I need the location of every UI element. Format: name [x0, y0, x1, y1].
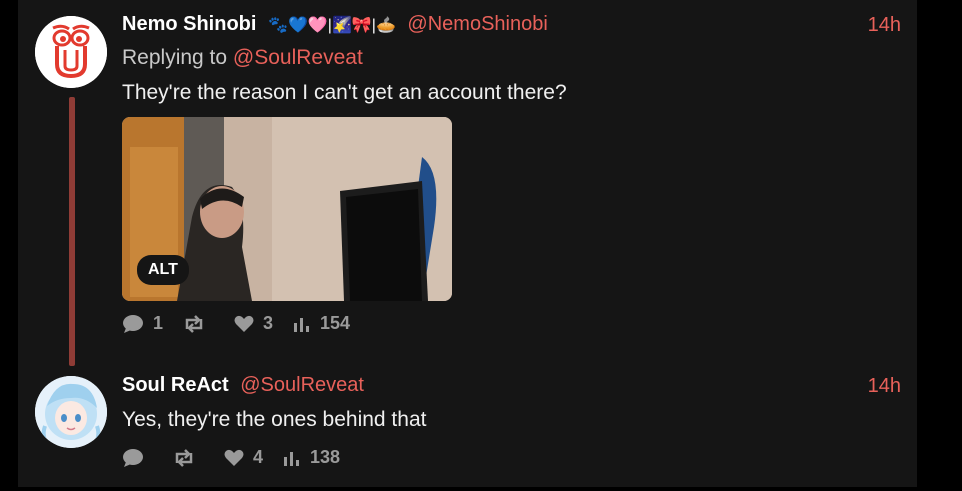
thread-connector-line — [69, 97, 75, 366]
heart-icon — [234, 315, 254, 332]
repost-icon — [185, 314, 203, 333]
post-timestamp[interactable]: 14h — [868, 375, 901, 398]
post-header: Nemo Shinobi 🐾💙🩷|🌠🎀|🥧 @NemoShinobi — [122, 13, 548, 36]
reply-count: 1 — [153, 313, 164, 333]
anime-character-icon — [35, 376, 107, 448]
alt-text-badge[interactable]: ALT — [137, 255, 189, 285]
post-media-video[interactable]: ALT — [122, 117, 452, 301]
post-timestamp[interactable]: 14h — [868, 14, 901, 37]
bar-chart-icon — [284, 451, 300, 466]
like-button[interactable]: 3 — [234, 313, 273, 334]
post-text: They're the reason I can't get an accoun… — [122, 81, 567, 104]
post-actions: 1 3 154 — [122, 313, 370, 334]
display-name[interactable]: Nemo Shinobi — [122, 13, 256, 35]
comment-icon — [123, 448, 143, 467]
reply-button[interactable]: 1 — [122, 313, 163, 334]
repost-icon — [175, 448, 193, 467]
post-text: Yes, they're the ones behind that — [122, 408, 427, 431]
name-emojis: 🐾💙🩷|🌠🎀|🥧 — [268, 17, 396, 34]
repost-button[interactable] — [183, 314, 214, 333]
like-button[interactable]: 4 — [224, 447, 263, 468]
replying-to: Replying to @SoulReveat — [122, 46, 363, 70]
views-button[interactable]: 138 — [283, 447, 340, 468]
comment-icon — [123, 314, 143, 333]
bar-chart-icon — [294, 317, 310, 332]
replying-handle[interactable]: @SoulReveat — [233, 46, 363, 69]
avatar-soul-react[interactable] — [35, 376, 107, 448]
replying-prefix: Replying to — [122, 46, 228, 69]
view-count: 138 — [310, 447, 341, 467]
like-count: 3 — [263, 313, 274, 333]
display-name[interactable]: Soul ReAct — [122, 374, 229, 396]
post-header: Soul ReAct @SoulReveat — [122, 374, 364, 397]
view-count: 154 — [320, 313, 351, 333]
reply-button[interactable] — [122, 448, 153, 468]
user-handle[interactable]: @SoulReveat — [240, 374, 364, 396]
avatar-nemo-shinobi[interactable] — [35, 16, 107, 88]
like-count: 4 — [253, 447, 264, 467]
post-actions: 4 138 — [122, 447, 360, 468]
repost-button[interactable] — [173, 448, 204, 467]
paperclip-character-icon — [35, 16, 107, 88]
heart-icon — [224, 449, 244, 466]
user-handle[interactable]: @NemoShinobi — [407, 13, 547, 35]
views-button[interactable]: 154 — [293, 313, 350, 334]
